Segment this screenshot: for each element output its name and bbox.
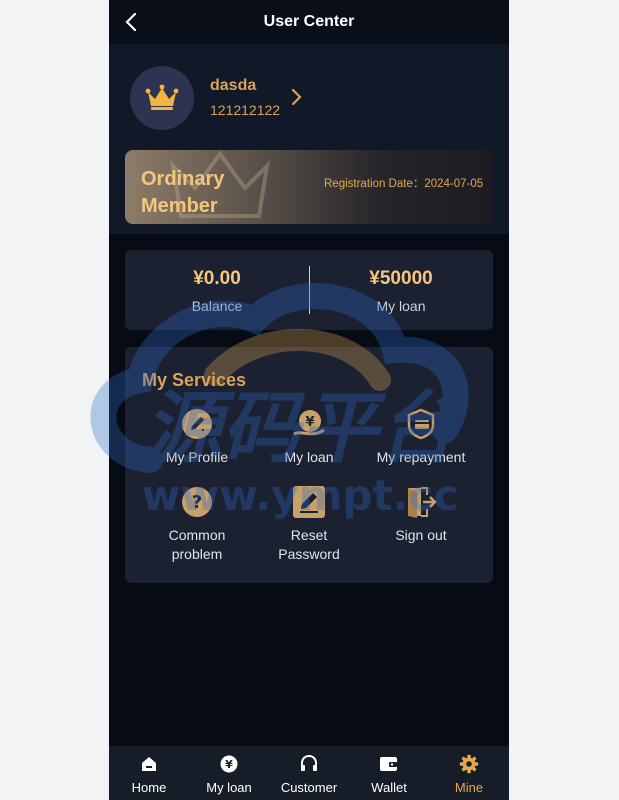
tab-label: Customer bbox=[280, 780, 338, 795]
crown-icon bbox=[145, 84, 179, 110]
app-screen: User Center dasda 121212122 Ordinary Mem… bbox=[109, 0, 509, 800]
top-bar: User Center bbox=[109, 0, 509, 44]
service-label: My Profile bbox=[165, 449, 229, 465]
tab-label: Home bbox=[131, 780, 167, 795]
services-card: My Services My Profile ¥ My loan My repa… bbox=[125, 347, 493, 583]
shield-card-icon bbox=[407, 408, 435, 440]
chevron-left-icon bbox=[125, 12, 137, 32]
service-label: Common problem bbox=[168, 527, 226, 562]
yen-hand-icon: ¥ bbox=[293, 410, 325, 436]
home-icon bbox=[142, 757, 156, 771]
service-reset-password[interactable]: Reset Password bbox=[259, 485, 359, 564]
avatar[interactable] bbox=[130, 66, 194, 130]
registration-date: Registration Date：2024-07-05 bbox=[324, 178, 484, 190]
pencil-square-icon bbox=[293, 486, 325, 518]
services-title: My Services bbox=[142, 370, 247, 390]
service-label: Reset Password bbox=[278, 527, 340, 562]
membership-card: Ordinary Member Registration Date：2024-0… bbox=[125, 150, 493, 224]
profile-section: dasda 121212122 Ordinary Member Registra… bbox=[109, 44, 509, 234]
logout-door-icon bbox=[408, 487, 437, 518]
profile-detail-button[interactable] bbox=[287, 87, 307, 107]
headset-icon bbox=[301, 754, 317, 771]
back-button[interactable] bbox=[119, 10, 143, 34]
loan-label: My loan bbox=[376, 298, 426, 314]
service-sign-out[interactable]: Sign out bbox=[371, 485, 471, 545]
balance-value: ¥0.00 bbox=[193, 268, 241, 289]
page-title: User Center bbox=[263, 13, 355, 30]
user-id: 121212122 bbox=[210, 102, 281, 118]
tab-label: Wallet bbox=[371, 780, 407, 795]
loan-block[interactable]: ¥50000 My loan bbox=[309, 250, 493, 330]
question-circle-icon: ? bbox=[182, 487, 212, 517]
edit-circle-icon bbox=[182, 409, 212, 439]
tab-wallet[interactable]: Wallet bbox=[349, 746, 429, 800]
chevron-right-icon bbox=[291, 88, 302, 106]
service-my-repayment[interactable]: My repayment bbox=[371, 407, 471, 467]
svg-text:¥: ¥ bbox=[225, 758, 233, 771]
tab-label: Mine bbox=[454, 780, 484, 795]
tab-mine[interactable]: Mine bbox=[429, 746, 509, 800]
tab-my-loan[interactable]: ¥ My loan bbox=[189, 746, 269, 800]
yen-circle-icon: ¥ bbox=[220, 755, 238, 773]
svg-text:?: ? bbox=[192, 492, 202, 513]
tab-home[interactable]: Home bbox=[109, 746, 189, 800]
service-my-profile[interactable]: My Profile bbox=[147, 407, 247, 467]
service-common-problem[interactable]: ? Common problem bbox=[147, 485, 247, 564]
tab-customer[interactable]: Customer bbox=[269, 746, 349, 800]
loan-value: ¥50000 bbox=[369, 268, 433, 289]
service-label: Sign out bbox=[395, 527, 447, 543]
balance-block[interactable]: ¥0.00 Balance bbox=[125, 250, 309, 330]
bottom-tab-bar: Home ¥ My loan Customer Wallet Mine bbox=[109, 746, 509, 800]
wallet-icon bbox=[380, 757, 397, 771]
service-my-loan[interactable]: ¥ My loan bbox=[259, 407, 359, 467]
tab-label: My loan bbox=[206, 780, 252, 795]
account-summary-card: ¥0.00 Balance ¥50000 My loan bbox=[125, 250, 493, 330]
username: dasda bbox=[210, 77, 257, 94]
svg-text:¥: ¥ bbox=[305, 415, 314, 430]
gear-icon bbox=[459, 754, 479, 774]
balance-label: Balance bbox=[191, 298, 243, 314]
service-label: My repayment bbox=[376, 449, 466, 465]
service-label: My loan bbox=[284, 449, 334, 465]
member-level: Ordinary Member bbox=[141, 168, 225, 217]
